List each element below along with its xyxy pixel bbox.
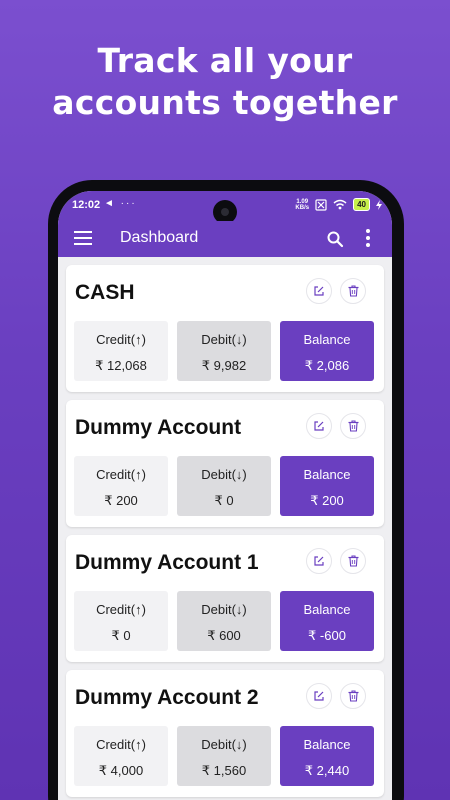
more-vert-icon[interactable] <box>364 229 372 249</box>
edit-button[interactable] <box>306 278 332 304</box>
debit-value: ₹ 1,560 <box>201 763 247 778</box>
balance-value: ₹ 200 <box>310 493 344 508</box>
search-icon[interactable] <box>326 230 344 248</box>
phone-side-button <box>400 300 404 350</box>
balance-label: Balance <box>303 737 351 752</box>
credit-value: ₹ 4,000 <box>98 763 144 778</box>
account-summary: Credit(↑) ₹ 12,068 Debit(↓) ₹ 9,982 Bala… <box>74 321 374 381</box>
wifi-icon <box>333 199 347 210</box>
network-speed-value: 1.09 <box>296 198 309 205</box>
delete-icon <box>348 690 358 702</box>
debit-label: Debit(↓) <box>201 602 247 617</box>
page-title: Dashboard <box>120 229 199 246</box>
credit-tile: Credit(↑) ₹ 4,000 <box>74 726 168 786</box>
promo-headline-line1: Track all your <box>97 41 353 80</box>
balance-value: ₹ 2,440 <box>304 763 350 778</box>
balance-tile: Balance ₹ 200 <box>280 456 374 516</box>
debit-label: Debit(↓) <box>201 332 247 347</box>
debit-value: ₹ 0 <box>214 493 234 508</box>
phone-volume-button <box>400 380 404 450</box>
app-bar: Dashboard <box>58 221 392 257</box>
edit-button[interactable] <box>306 548 332 574</box>
account-name: CASH <box>75 281 135 304</box>
account-card[interactable]: Dummy Account 2 Credit(↑) ₹ 4,000 Debit(… <box>66 670 384 797</box>
promo-headline-line2: accounts together <box>52 83 398 122</box>
edit-icon <box>314 556 324 566</box>
credit-tile: Credit(↑) ₹ 12,068 <box>74 321 168 381</box>
delete-button[interactable] <box>340 548 366 574</box>
edit-icon <box>314 286 324 296</box>
balance-tile: Balance ₹ 2,086 <box>280 321 374 381</box>
balance-tile: Balance ₹ 2,440 <box>280 726 374 786</box>
debit-tile: Debit(↓) ₹ 0 <box>177 456 271 516</box>
credit-label: Credit(↑) <box>96 467 146 482</box>
account-summary: Credit(↑) ₹ 0 Debit(↓) ₹ 600 Balance ₹ -… <box>74 591 374 651</box>
edit-button[interactable] <box>306 683 332 709</box>
credit-label: Credit(↑) <box>96 332 146 347</box>
credit-label: Credit(↑) <box>96 602 146 617</box>
edit-button[interactable] <box>306 413 332 439</box>
network-speed-unit: KB/s <box>295 204 310 211</box>
status-time: 12:02 <box>72 199 101 211</box>
account-card[interactable]: Dummy Account Credit(↑) ₹ 200 Debit(↓) ₹… <box>66 400 384 527</box>
battery-icon: 40 <box>353 198 370 211</box>
account-name: Dummy Account 1 <box>75 551 259 574</box>
no-sim-icon <box>315 198 327 211</box>
promo-headline: Track all your accounts together <box>0 40 450 124</box>
delete-button[interactable] <box>340 278 366 304</box>
balance-value: ₹ -600 <box>308 628 346 643</box>
account-list: CASH Credit(↑) ₹ 12,068 Debit(↓) ₹ 9,982… <box>58 257 392 800</box>
debit-value: ₹ 9,982 <box>201 358 247 373</box>
account-name: Dummy Account 2 <box>75 686 259 709</box>
phone-screen: 12:02 ◄ ··· 1.09 KB/s 40 Dashboard CASH … <box>58 191 392 800</box>
account-card[interactable]: Dummy Account 1 Credit(↑) ₹ 0 Debit(↓) ₹… <box>66 535 384 662</box>
credit-label: Credit(↑) <box>96 737 146 752</box>
charging-icon <box>376 199 382 210</box>
debit-tile: Debit(↓) ₹ 9,982 <box>177 321 271 381</box>
debit-value: ₹ 600 <box>207 628 241 643</box>
credit-value: ₹ 12,068 <box>95 358 147 373</box>
notification-icons: ◄ ··· <box>104 198 137 209</box>
edit-icon <box>314 691 324 701</box>
account-card[interactable]: CASH Credit(↑) ₹ 12,068 Debit(↓) ₹ 9,982… <box>66 265 384 392</box>
balance-value: ₹ 2,086 <box>304 358 350 373</box>
credit-value: ₹ 200 <box>104 493 138 508</box>
debit-label: Debit(↓) <box>201 737 247 752</box>
delete-button[interactable] <box>340 413 366 439</box>
credit-tile: Credit(↑) ₹ 0 <box>74 591 168 651</box>
debit-tile: Debit(↓) ₹ 600 <box>177 591 271 651</box>
account-summary: Credit(↑) ₹ 200 Debit(↓) ₹ 0 Balance ₹ 2… <box>74 456 374 516</box>
account-summary: Credit(↑) ₹ 4,000 Debit(↓) ₹ 1,560 Balan… <box>74 726 374 786</box>
edit-icon <box>314 421 324 431</box>
status-bar: 12:02 ◄ ··· 1.09 KB/s 40 <box>58 191 392 224</box>
status-right-icons: 1.09 KB/s 40 <box>295 198 382 211</box>
account-name: Dummy Account <box>75 416 242 439</box>
balance-tile: Balance ₹ -600 <box>280 591 374 651</box>
delete-button[interactable] <box>340 683 366 709</box>
credit-value: ₹ 0 <box>111 628 131 643</box>
balance-label: Balance <box>303 332 351 347</box>
credit-tile: Credit(↑) ₹ 200 <box>74 456 168 516</box>
debit-label: Debit(↓) <box>201 467 247 482</box>
delete-icon <box>348 285 358 297</box>
delete-icon <box>348 555 358 567</box>
delete-icon <box>348 420 358 432</box>
balance-label: Balance <box>303 602 351 617</box>
menu-icon[interactable] <box>74 231 92 245</box>
debit-tile: Debit(↓) ₹ 1,560 <box>177 726 271 786</box>
balance-label: Balance <box>303 467 351 482</box>
network-speed: 1.09 KB/s <box>295 199 309 211</box>
